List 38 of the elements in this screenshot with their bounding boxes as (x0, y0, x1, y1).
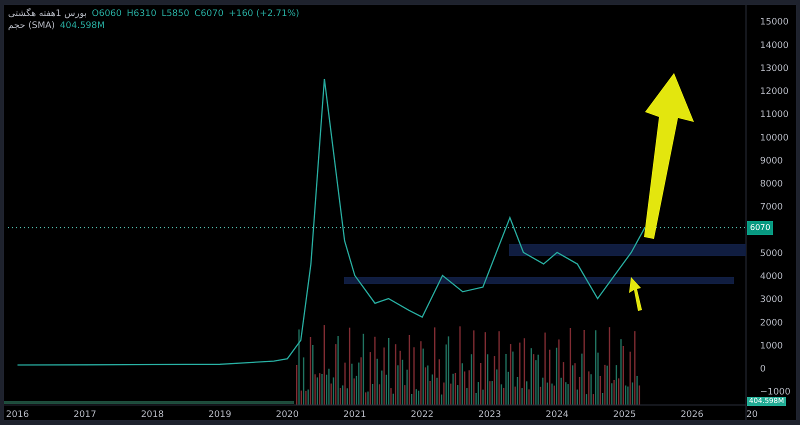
x-axis-label: 2026 (680, 410, 704, 420)
x-axis-label: 2018 (140, 410, 164, 420)
y-axis-label: 4000 (760, 272, 783, 282)
price-tag: 6070 (747, 220, 774, 235)
volume-label: حجم (SMA) (8, 20, 55, 32)
x-axis-label: 2021 (343, 410, 366, 420)
x-axis-label: 2020 (276, 410, 299, 420)
close-value: C6070 (194, 8, 224, 20)
y-axis-label: 2000 (760, 318, 783, 328)
x-axis-label: 2022 (410, 410, 434, 420)
volume-value: 404.598M (60, 20, 105, 32)
y-axis-label: −1000 (760, 388, 790, 398)
x-axis-label: 2023 (478, 410, 502, 420)
x-axis-label: 2025 (613, 410, 636, 420)
x-axis-label: 2016 (6, 410, 29, 420)
x-axis-label: 20 (746, 410, 758, 420)
y-axis-label: 3000 (760, 295, 783, 306)
open-value: O6060 (92, 8, 122, 20)
y-axis-label: 5000 (760, 248, 783, 259)
y-axis-label: 10000 (760, 133, 789, 144)
y-axis-label: 1000 (760, 341, 783, 352)
symbol-title: بورس 1هفته هگشتی (8, 8, 87, 20)
x-axis-label: 2024 (546, 410, 569, 420)
x-axis-label: 2019 (208, 410, 232, 420)
change-value: +160 (+2.71%) (228, 8, 300, 20)
y-axis-label: 9000 (760, 156, 783, 166)
y-axis-label: 0 (760, 364, 766, 374)
y-axis-label: 13000 (760, 64, 789, 74)
y-axis-label: 11000 (760, 110, 789, 120)
high-value: H6310 (126, 8, 156, 20)
y-axis-label: 15000 (760, 18, 789, 28)
y-axis-label: 12000 (760, 87, 789, 98)
y-axis-label: 8000 (760, 180, 783, 190)
y-axis-label: 14000 (760, 40, 789, 51)
up-arrow (629, 277, 642, 311)
low-value: L5850 (161, 8, 190, 20)
y-axis-label: 7000 (760, 202, 783, 213)
x-axis-label: 2017 (74, 410, 96, 420)
